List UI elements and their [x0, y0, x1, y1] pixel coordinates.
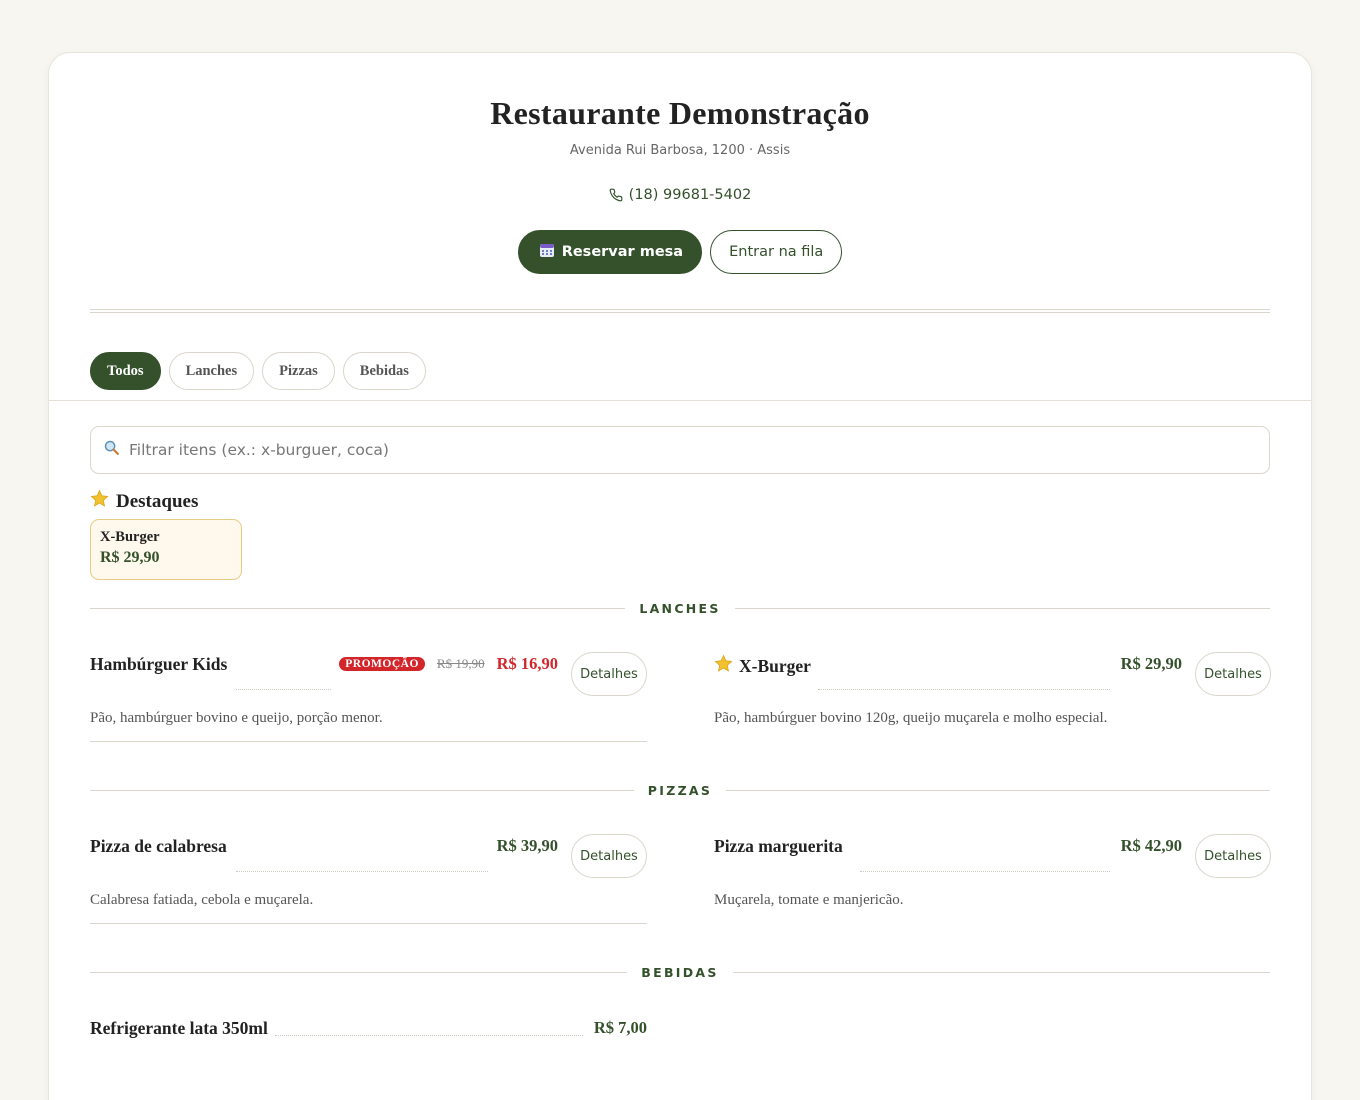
- section-header-pizzas: PIZZAS: [90, 780, 1271, 800]
- item-name: Hambúrguer Kids: [90, 654, 234, 675]
- search-icon: [103, 439, 120, 461]
- item-old-price: R$ 19,90: [436, 656, 485, 671]
- section-title: LANCHES: [639, 600, 721, 616]
- menu-item[interactable]: Pizza marguerita R$ 42,90 Detalhes Muçar…: [714, 834, 1271, 909]
- section-header-lanches: LANCHES: [90, 598, 1271, 618]
- menu-item[interactable]: Refrigerante lata 350ml R$ 7,00: [90, 1016, 647, 1060]
- section-title: PIZZAS: [647, 782, 713, 798]
- menu-item[interactable]: X-Burger R$ 29,90 Detalhes Pão, hambúrgu…: [714, 652, 1271, 727]
- search-box[interactable]: [90, 426, 1270, 474]
- tab-todos[interactable]: Todos: [90, 352, 161, 390]
- item-price: R$ 29,90: [1120, 654, 1182, 673]
- item-name-wrap: X-Burger: [714, 654, 817, 678]
- restaurant-name: Restaurante Demonstração: [490, 95, 870, 131]
- phone-link[interactable]: (18) 99681-5402: [90, 187, 1270, 206]
- section-title: BEBIDAS: [641, 964, 719, 980]
- reserve-table-label: Reservar mesa: [561, 244, 684, 260]
- action-buttons: Reservar mesa Entrar na fila: [90, 230, 1270, 274]
- dot-leader: [236, 689, 331, 690]
- item-pricing: PROMOÇÃO R$ 19,90 R$ 16,90: [339, 654, 558, 674]
- featured-heading: Destaques: [90, 489, 198, 514]
- item-description: Pão, hambúrguer bovino 120g, queijo muça…: [714, 710, 1108, 726]
- item-price: R$ 7,00: [593, 1018, 647, 1037]
- phone-icon: [609, 188, 623, 206]
- featured-title: Destaques: [116, 490, 199, 512]
- item-pricing: R$ 42,90: [1120, 836, 1182, 856]
- menu-item[interactable]: Pizza de calabresa R$ 39,90 Detalhes Cal…: [90, 834, 647, 924]
- item-name: Pizza de calabresa: [90, 836, 233, 857]
- header-divider: [90, 309, 1270, 313]
- details-button[interactable]: Detalhes: [571, 834, 647, 878]
- item-price: R$ 42,90: [1120, 836, 1182, 855]
- featured-item-card[interactable]: X-Burger R$ 29,90: [90, 519, 242, 580]
- details-button[interactable]: Detalhes: [571, 652, 647, 696]
- item-price: R$ 16,90: [496, 654, 558, 673]
- item-description: Muçarela, tomate e manjericão.: [714, 892, 904, 908]
- dot-leader: [860, 871, 1110, 872]
- tabs-divider: [49, 400, 1311, 401]
- item-name: Pizza marguerita: [714, 836, 849, 857]
- restaurant-card: Restaurante Demonstração Avenida Rui Bar…: [48, 52, 1312, 1100]
- item-description: Pão, hambúrguer bovino e queijo, porção …: [90, 710, 383, 726]
- dot-leader: [236, 871, 488, 872]
- star-icon: [90, 489, 109, 514]
- tab-lanches[interactable]: Lanches: [168, 352, 255, 390]
- item-pricing: R$ 7,00: [593, 1018, 647, 1038]
- item-pricing: R$ 39,90: [496, 836, 558, 856]
- dot-leader: [818, 689, 1110, 690]
- promo-badge: PROMOÇÃO: [339, 657, 425, 671]
- details-button[interactable]: Detalhes: [1195, 652, 1271, 696]
- tab-bebidas[interactable]: Bebidas: [342, 352, 426, 390]
- item-divider: [90, 741, 647, 742]
- phone-number: (18) 99681-5402: [628, 187, 752, 203]
- featured-item-price: R$ 29,90: [100, 549, 160, 566]
- category-tabs: Todos Lanches Pizzas Bebidas: [90, 352, 426, 390]
- reserve-table-button[interactable]: Reservar mesa: [517, 230, 703, 274]
- item-pricing: R$ 29,90: [1120, 654, 1182, 674]
- item-divider: [90, 923, 647, 924]
- section-header-bebidas: BEBIDAS: [90, 962, 1270, 982]
- menu-item[interactable]: Hambúrguer Kids PROMOÇÃO R$ 19,90 R$ 16,…: [90, 652, 647, 742]
- tab-pizzas[interactable]: Pizzas: [262, 352, 335, 390]
- dot-leader: [275, 1035, 583, 1036]
- item-description: Calabresa fatiada, cebola e muçarela.: [90, 892, 314, 908]
- calendar-icon: [539, 242, 555, 262]
- item-price: R$ 39,90: [496, 836, 558, 855]
- details-button[interactable]: Detalhes: [1195, 834, 1271, 878]
- restaurant-address: Avenida Rui Barbosa, 1200 · Assis: [569, 143, 791, 158]
- item-name: X-Burger: [739, 655, 811, 676]
- star-icon: [714, 654, 733, 678]
- search-input[interactable]: [129, 441, 1269, 459]
- join-queue-button[interactable]: Entrar na fila: [710, 230, 843, 274]
- item-name: Refrigerante lata 350ml: [90, 1018, 274, 1039]
- featured-item-name: X-Burger: [100, 529, 160, 545]
